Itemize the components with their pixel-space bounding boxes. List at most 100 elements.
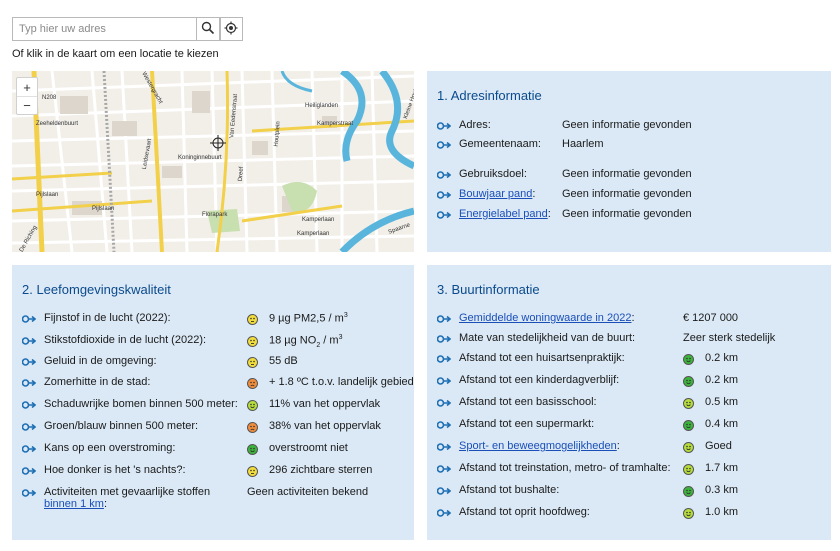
info-link[interactable]: Sport- en beweegmogelijkheden bbox=[459, 440, 617, 452]
zoom-out-button[interactable]: − bbox=[17, 96, 37, 114]
info-label: Adres: bbox=[459, 119, 491, 131]
info-label-suffix: : bbox=[532, 188, 536, 200]
info-row: Stikstofdioxide in de lucht (2022): 18 µg… bbox=[12, 333, 414, 349]
smiley-neutral-icon bbox=[247, 314, 258, 325]
info-value: 18 µg NO2 / m3 bbox=[269, 334, 342, 349]
info-label-suffix: : bbox=[234, 398, 238, 410]
smiley-neutral-icon bbox=[247, 466, 258, 477]
info-row: Gemeentenaam: Haarlem bbox=[427, 137, 831, 153]
info-label[interactable]: Bouwjaar pand: bbox=[459, 188, 535, 200]
arrow-icon bbox=[22, 337, 36, 345]
info-row: Afstand tot een huisartsenpraktijk: 0.2 k… bbox=[427, 351, 831, 367]
info-row: Afstand tot oprit hoofdweg: 1.0 km bbox=[427, 505, 831, 521]
info-value: 0.2 km bbox=[705, 374, 739, 386]
map-canvas bbox=[12, 71, 414, 252]
info-label-text: Gemeentenaam: bbox=[459, 138, 541, 150]
info-value: 0.5 km bbox=[705, 396, 739, 408]
map-hint: Of klik in de kaart om een locatie te ki… bbox=[12, 48, 219, 60]
map-label: Pijlslaan bbox=[92, 206, 115, 212]
info-value: overstroomt niet bbox=[269, 442, 348, 454]
info-label-text: Hoe donker is het 's nachts? bbox=[44, 464, 183, 476]
info-label-text: Mate van stedelijkheid van de buurt: bbox=[459, 332, 636, 344]
arrow-icon bbox=[22, 467, 36, 475]
smiley-fair-icon bbox=[683, 442, 694, 453]
info-row: Afstand tot treinstation, metro- of tram… bbox=[427, 461, 831, 477]
info-row: Gemiddelde woningwaarde in 2022: € 1207 0… bbox=[427, 311, 831, 327]
smiley-good-icon bbox=[683, 420, 694, 431]
info-label-suffix: : bbox=[202, 334, 207, 346]
arrow-icon bbox=[22, 445, 36, 453]
smiley-good-icon bbox=[247, 444, 258, 455]
info-row: Afstand tot een kinderdagverblijf: 0.2 km bbox=[427, 373, 831, 389]
arrow-icon bbox=[437, 421, 451, 429]
arrow-icon bbox=[437, 171, 451, 179]
panel-title: 1. Adresinformatie bbox=[437, 88, 542, 103]
info-value: 38% van het oppervlak bbox=[269, 420, 381, 432]
info-link[interactable]: Energielabel pand bbox=[459, 208, 548, 220]
smiley-fair-icon bbox=[683, 464, 694, 475]
locate-button[interactable] bbox=[219, 17, 243, 41]
search-button[interactable] bbox=[196, 17, 220, 41]
arrow-icon bbox=[437, 315, 451, 323]
value-text: 18 µg NO bbox=[269, 334, 317, 347]
info-label-text: Afstand tot treinstation, metro- of tram… bbox=[459, 462, 671, 474]
arrow-icon bbox=[22, 315, 36, 323]
arrow-icon bbox=[437, 211, 451, 219]
smiley-neutral-icon bbox=[247, 336, 258, 347]
smiley-fair-icon bbox=[683, 508, 694, 519]
info-value: + 1.8 ºC t.o.v. landelijk gebied bbox=[269, 376, 414, 388]
map-label: Florapark bbox=[202, 212, 228, 218]
info-label-text: Zomerhitte in de stad bbox=[44, 376, 148, 388]
info-value: 55 dB bbox=[269, 355, 298, 367]
info-label[interactable]: Sport- en beweegmogelijkheden: bbox=[459, 440, 620, 452]
arrow-icon bbox=[22, 358, 36, 366]
info-label-suffix: : bbox=[153, 355, 157, 367]
info-label-text: Afstand tot een huisartsenpraktijk: bbox=[459, 352, 625, 364]
info-label: Zomerhitte in de stad: bbox=[44, 376, 150, 388]
panel-adresinformatie: 1. Adresinformatie Adres: Geen informatie… bbox=[427, 71, 831, 252]
info-label: Afstand tot oprit hoofdweg: bbox=[459, 506, 590, 518]
info-label: Hoe donker is het 's nachts?: bbox=[44, 464, 186, 476]
arrow-icon bbox=[437, 122, 451, 130]
info-label[interactable]: Energielabel pand: bbox=[459, 208, 551, 220]
info-label: Gemeentenaam: bbox=[459, 138, 541, 150]
info-label: Afstand tot een basisschool: bbox=[459, 396, 597, 408]
info-value: 0.4 km bbox=[705, 418, 739, 430]
map[interactable]: N208 Westergracht Zeeheldenbuurt Leidsev… bbox=[12, 71, 414, 252]
info-label-text: Schaduwrijke bomen binnen 500 meter bbox=[44, 398, 235, 410]
info-label-suffix: : bbox=[631, 312, 635, 324]
info-label-text: Geluid in de omgeving bbox=[44, 355, 154, 367]
info-value: Geen informatie gevonden bbox=[562, 168, 692, 180]
search-input[interactable] bbox=[12, 17, 196, 41]
arrow-icon bbox=[437, 141, 451, 149]
info-row: Schaduwrijke bomen binnen 500 meter: 11% … bbox=[12, 397, 414, 413]
info-value: 296 zichtbare sterren bbox=[269, 464, 373, 476]
info-label-text: Gebruiksdoel: bbox=[459, 168, 527, 180]
info-row: Activiteiten met gevaarlijke stoffen binn… bbox=[12, 485, 414, 510]
info-link[interactable]: Gemiddelde woningwaarde in 2022 bbox=[459, 312, 631, 324]
info-row: Gebruiksdoel: Geen informatie gevonden bbox=[427, 167, 831, 183]
info-value: 0.3 km bbox=[705, 484, 739, 496]
info-value: 11% van het oppervlak bbox=[269, 398, 381, 410]
info-link[interactable]: binnen 1 km bbox=[44, 498, 104, 510]
map-label: Zeeheldenbuurt bbox=[36, 121, 79, 127]
info-label: Fijnstof in de lucht (2022): bbox=[44, 312, 171, 324]
info-row: Afstand tot bushalte: 0.3 km bbox=[427, 483, 831, 499]
info-label: Geluid in de omgeving: bbox=[44, 355, 157, 367]
info-row: Sport- en beweegmogelijkheden: Goed bbox=[427, 439, 831, 455]
smiley-good-icon bbox=[683, 376, 694, 387]
info-row: Adres: Geen informatie gevonden bbox=[427, 118, 831, 134]
map-label: Kamperstraat bbox=[317, 121, 354, 127]
value-sup: 3 bbox=[338, 334, 343, 341]
info-value: 1.0 km bbox=[705, 506, 739, 518]
info-label-suffix: : bbox=[167, 312, 171, 324]
info-label: Activiteiten met gevaarlijke stoffen binn… bbox=[44, 486, 210, 510]
zoom-in-button[interactable]: + bbox=[17, 78, 37, 96]
info-label-suffix: : bbox=[172, 442, 176, 454]
panel-buurtinformatie: 3. Buurtinformatie Gemiddelde woningwaar… bbox=[427, 265, 831, 540]
info-link[interactable]: Bouwjaar pand bbox=[459, 188, 532, 200]
info-label[interactable]: Gemiddelde woningwaarde in 2022: bbox=[459, 312, 635, 324]
map-label: Kamperlaan bbox=[297, 231, 330, 237]
info-value: 1.7 km bbox=[705, 462, 739, 474]
info-label-suffix: : bbox=[103, 498, 107, 510]
